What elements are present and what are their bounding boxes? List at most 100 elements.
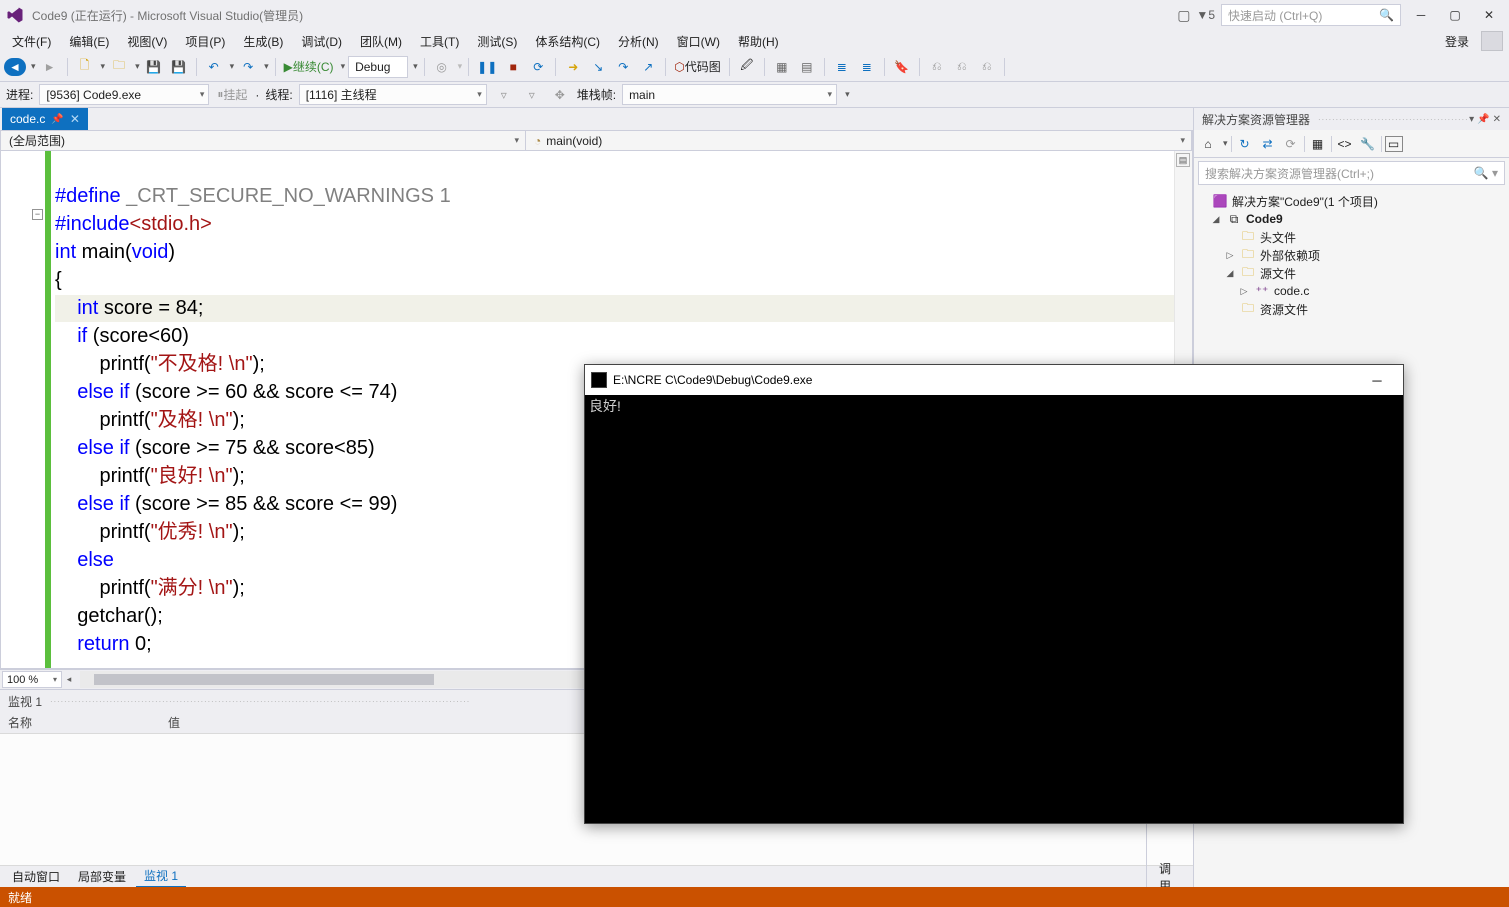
watch-col-name[interactable]: 名称 xyxy=(0,712,160,733)
minimize-button[interactable]: ─ xyxy=(1407,5,1435,25)
split-icon[interactable]: ▤ xyxy=(1176,153,1190,167)
breakpoint-gutter[interactable] xyxy=(1,151,31,668)
console-minimize[interactable]: ─ xyxy=(1357,373,1397,388)
menu-window[interactable]: 窗口(W) xyxy=(669,31,728,52)
tab-locals[interactable]: 局部变量 xyxy=(70,866,134,887)
tb-comment-icon[interactable]: 🔖 xyxy=(891,56,913,78)
nav-back-button[interactable]: ◄ xyxy=(4,58,26,76)
thread-label: 线程: xyxy=(265,86,292,103)
menu-test[interactable]: 测试(S) xyxy=(469,31,525,52)
suspend-button[interactable]: ⏸ 挂起 xyxy=(215,84,249,106)
menu-build[interactable]: 生成(B) xyxy=(235,31,291,52)
tb-icon-c[interactable]: ▤ xyxy=(796,56,818,78)
pin-icon[interactable]: 📌 xyxy=(51,114,63,125)
scope-right[interactable]: ◔main(void) xyxy=(526,131,1192,150)
tree-code-c[interactable]: ▷⁺⁺code.c xyxy=(1196,282,1507,300)
tree-solution[interactable]: 🟪解决方案"Code9"(1 个项目) xyxy=(1196,192,1507,210)
sol-home-icon[interactable]: ⌂ xyxy=(1198,134,1218,154)
hscroll-left[interactable]: ◂ xyxy=(62,671,76,688)
sol-preview-icon[interactable]: ▭ xyxy=(1385,136,1403,152)
menu-debug[interactable]: 调试(D) xyxy=(293,31,350,52)
tb-icon-f[interactable]: ⎌ xyxy=(976,56,998,78)
menu-view[interactable]: 视图(V) xyxy=(119,31,175,52)
menu-tools[interactable]: 工具(T) xyxy=(412,31,467,52)
new-project-icon[interactable]: 🗋 xyxy=(74,56,96,78)
notifications-icon[interactable]: ▢ xyxy=(1177,7,1190,24)
menu-file[interactable]: 文件(F) xyxy=(4,31,59,52)
save-all-icon[interactable]: 💾 xyxy=(168,56,190,78)
tree-headers[interactable]: 🗀头文件 xyxy=(1196,228,1507,246)
open-file-icon[interactable]: 🗀 xyxy=(108,56,130,78)
code-map-button[interactable]: ⬡ 代码图 xyxy=(672,56,723,78)
menu-project[interactable]: 项目(P) xyxy=(177,31,233,52)
tab-code-c[interactable]: code.c 📌 ✕ xyxy=(2,108,88,130)
thread-combo[interactable]: [1116] 主线程 xyxy=(299,84,487,105)
menu-edit[interactable]: 编辑(E) xyxy=(61,31,117,52)
tb-icon-d[interactable]: ⎌ xyxy=(926,56,948,78)
save-icon[interactable]: 💾 xyxy=(143,56,165,78)
tb-icon-e[interactable]: ⎌ xyxy=(951,56,973,78)
sol-sync-icon[interactable]: ⇄ xyxy=(1258,134,1278,154)
tb-icon-a[interactable]: 🖉 xyxy=(736,56,758,78)
step-over-icon[interactable]: ↷ xyxy=(612,56,634,78)
console-titlebar[interactable]: E:\NCRE C\Code9\Debug\Code9.exe ─ xyxy=(585,365,1403,395)
tab-watch1[interactable]: 监视 1 xyxy=(136,865,186,888)
thread-filter-2[interactable]: ▿ xyxy=(521,84,543,106)
undo-icon[interactable]: ↶ xyxy=(203,56,225,78)
process-combo[interactable]: [9536] Code9.exe xyxy=(39,84,209,105)
config-combo[interactable]: Debug xyxy=(348,56,408,78)
sign-in-link[interactable]: 登录 xyxy=(1445,33,1469,50)
sol-menu-icon[interactable]: ▾ xyxy=(1469,114,1474,125)
step-out-icon[interactable]: ↗ xyxy=(637,56,659,78)
solution-search-input[interactable]: 搜索解决方案资源管理器(Ctrl+;) 🔍 ▾ xyxy=(1198,161,1505,185)
tree-resource[interactable]: 🗀资源文件 xyxy=(1196,300,1507,318)
tree-external[interactable]: ▷🗀外部依赖项 xyxy=(1196,246,1507,264)
restart-button[interactable]: ⟳ xyxy=(527,56,549,78)
status-text: 就绪 xyxy=(8,889,32,906)
menu-help[interactable]: 帮助(H) xyxy=(730,31,787,52)
menu-team[interactable]: 团队(M) xyxy=(352,31,410,52)
sol-refresh-icon[interactable]: ⟳ xyxy=(1281,134,1301,154)
maximize-button[interactable]: ▢ xyxy=(1441,5,1469,25)
thread-filter-1[interactable]: ▿ xyxy=(493,84,515,106)
tab-autos[interactable]: 自动窗口 xyxy=(4,866,68,887)
sol-close-icon[interactable]: ✕ xyxy=(1493,114,1501,125)
close-button[interactable]: ✕ xyxy=(1475,5,1503,25)
hscroll-thumb[interactable] xyxy=(94,674,434,685)
step-into-icon[interactable]: ↘ xyxy=(587,56,609,78)
menu-arch[interactable]: 体系结构(C) xyxy=(527,31,608,52)
nav-fwd-button[interactable]: ► xyxy=(39,56,61,78)
tb-icon-b[interactable]: ▦ xyxy=(771,56,793,78)
tb-indent-right-icon[interactable]: ≣ xyxy=(856,56,878,78)
pause-button[interactable]: ❚❚ xyxy=(475,56,499,78)
solution-explorer-title: 解决方案资源管理器 ∙∙∙∙∙∙∙∙∙∙∙∙∙∙∙∙∙∙∙∙∙∙∙∙∙∙∙∙∙∙… xyxy=(1194,108,1509,130)
sol-pin-icon[interactable]: 📌 xyxy=(1477,114,1489,125)
feedback-flag-icon[interactable]: ▼5 xyxy=(1196,8,1215,22)
fold-toggle-icon[interactable]: − xyxy=(32,209,43,220)
console-output: 良好! xyxy=(585,395,1403,417)
console-window[interactable]: E:\NCRE C\Code9\Debug\Code9.exe ─ 良好! xyxy=(584,364,1404,824)
thread-pick-icon[interactable]: ✥ xyxy=(549,84,571,106)
tb-indent-left-icon[interactable]: ≣ xyxy=(831,56,853,78)
sol-collapse-icon[interactable]: ↻ xyxy=(1235,134,1255,154)
tree-source[interactable]: ◢🗀源文件 xyxy=(1196,264,1507,282)
sol-showall-icon[interactable]: ▦ xyxy=(1308,134,1328,154)
menu-analyze[interactable]: 分析(N) xyxy=(610,31,667,52)
tab-close-icon[interactable]: ✕ xyxy=(70,112,80,126)
zoom-combo[interactable]: 100 %▾ xyxy=(2,671,62,688)
stop-button[interactable]: ■ xyxy=(502,56,524,78)
project-icon: ⧉ xyxy=(1226,212,1242,227)
solution-tree[interactable]: 🟪解决方案"Code9"(1 个项目) ◢⧉Code9 🗀头文件 ▷🗀外部依赖项… xyxy=(1194,188,1509,322)
quick-launch-input[interactable]: 快速启动 (Ctrl+Q) 🔍 xyxy=(1221,4,1401,26)
sol-code-icon[interactable]: <> xyxy=(1335,134,1355,154)
stackframe-combo[interactable]: main xyxy=(622,84,837,105)
user-avatar-icon[interactable] xyxy=(1481,31,1503,51)
tb-unknown-1[interactable]: ◎ xyxy=(431,56,453,78)
next-stmt-icon[interactable]: ➜ xyxy=(562,56,584,78)
sol-properties-icon[interactable]: 🔧 xyxy=(1358,134,1378,154)
scope-left[interactable]: (全局范围) xyxy=(1,131,526,150)
tree-project[interactable]: ◢⧉Code9 xyxy=(1196,210,1507,228)
redo-icon[interactable]: ↷ xyxy=(237,56,259,78)
continue-button[interactable]: ▶ 继续(C) xyxy=(282,56,336,78)
fold-gutter[interactable]: − xyxy=(31,151,45,668)
